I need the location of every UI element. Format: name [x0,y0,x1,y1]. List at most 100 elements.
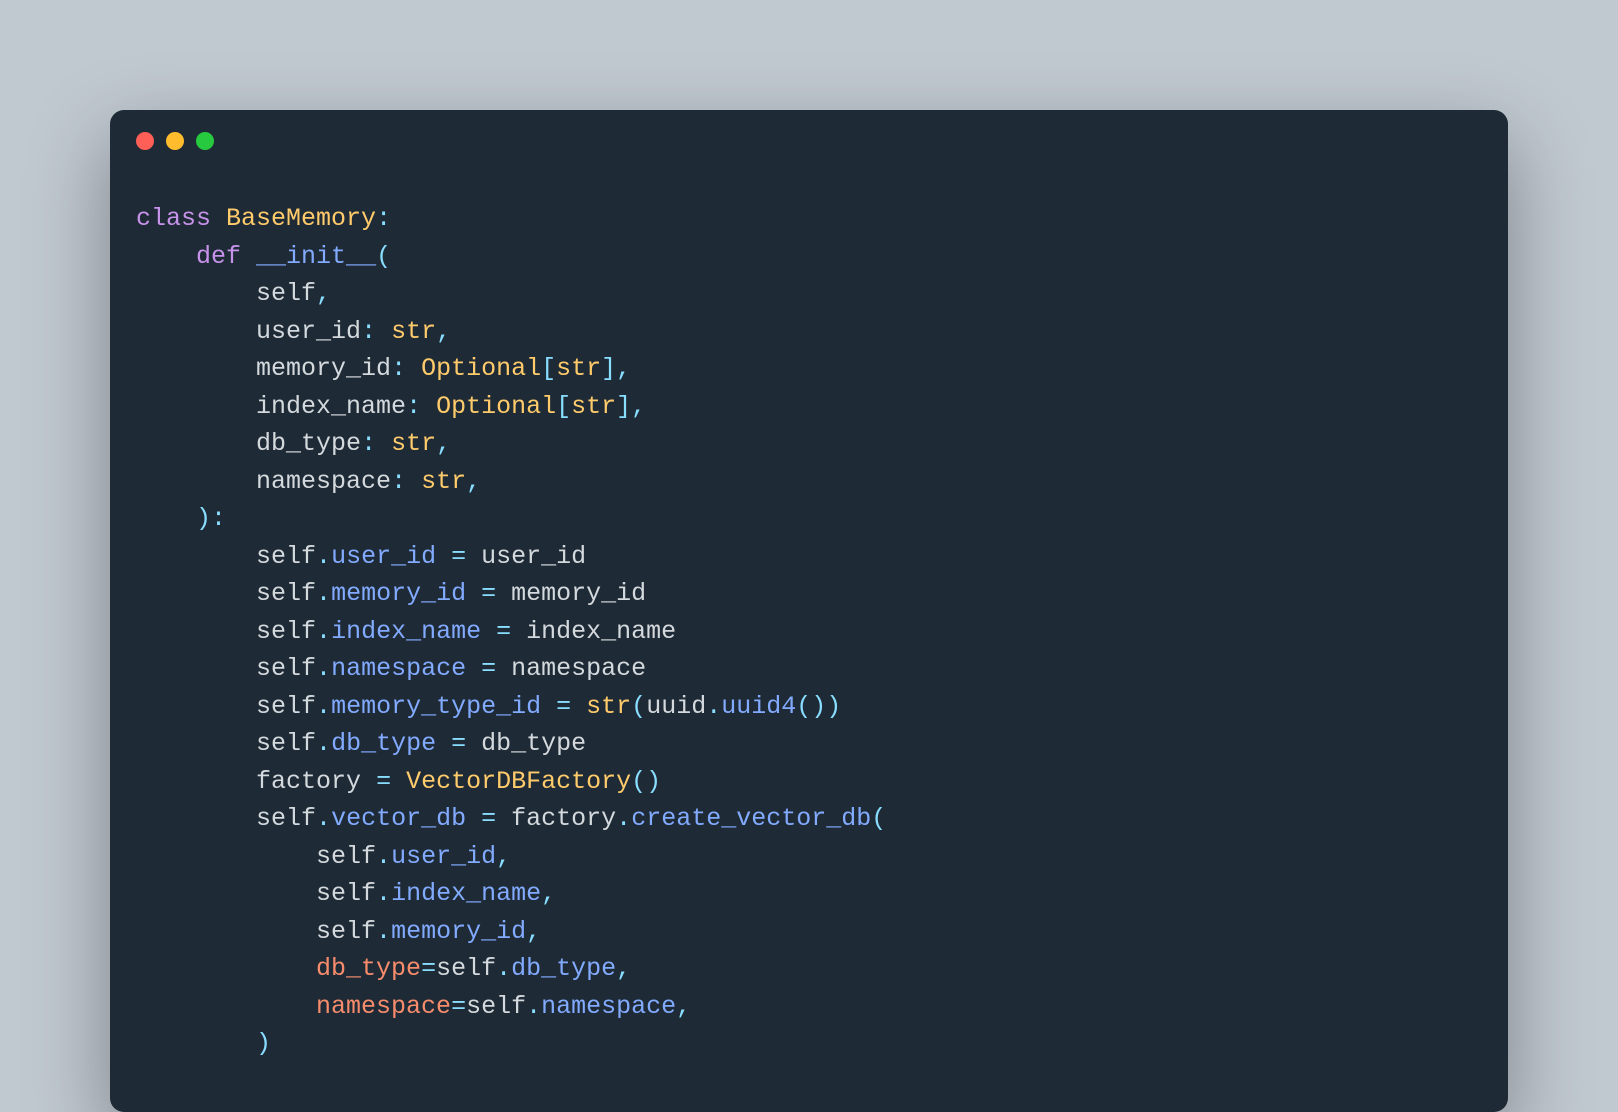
punct-paren-open: ( [796,692,811,721]
op-assign: = [481,654,496,683]
builtin-str: str [586,692,631,721]
zoom-window-button[interactable] [196,132,214,150]
op-assign: = [376,767,391,796]
attr-user-id: user_id [331,542,436,571]
punct-paren-close: ) [646,767,661,796]
close-window-button[interactable] [136,132,154,150]
punct-dot: . [316,692,331,721]
op-assign: = [421,954,436,983]
var-factory: factory [256,767,361,796]
punct-colon: : [376,204,391,233]
punct-paren-close: ) [196,504,211,533]
param-index-name: index_name [256,392,406,421]
punct-dot: . [376,879,391,908]
punct-comma: , [631,392,646,421]
var-namespace: namespace [511,654,646,683]
attr-memory-id: memory_id [331,579,466,608]
punct-bracket: [ [541,354,556,383]
punct-comma: , [616,954,631,983]
punct-colon: : [391,354,406,383]
attr-index-name: index_name [391,879,541,908]
kwarg-namespace: namespace [316,992,451,1021]
self-ref: self [316,842,376,871]
kwarg-db-type: db_type [316,954,421,983]
type-str: str [421,467,466,496]
op-assign: = [451,992,466,1021]
type-optional: Optional [436,392,556,421]
punct-dot: . [376,842,391,871]
op-assign: = [481,579,496,608]
punct-dot: . [316,542,331,571]
punct-comma: , [526,917,541,946]
punct-paren-open: ( [871,804,886,833]
window-titlebar [110,110,1508,160]
self-ref: self [256,692,316,721]
param-db-type: db_type [256,429,361,458]
param-user-id: user_id [256,317,361,346]
punct-dot: . [316,729,331,758]
punct-comma: , [676,992,691,1021]
call-create-vector-db: create_vector_db [631,804,871,833]
obj-factory: factory [511,804,616,833]
punct-colon: : [361,317,376,346]
punct-dot: . [526,992,541,1021]
punct-colon: : [361,429,376,458]
self-ref: self [256,579,316,608]
self-ref: self [466,992,526,1021]
punct-comma: , [436,317,451,346]
attr-vector-db: vector_db [331,804,466,833]
editor-window: class BaseMemory: def __init__( self, us… [110,110,1508,1112]
class-name: BaseMemory [226,204,376,233]
attr-memory-id: memory_id [391,917,526,946]
attr-namespace: namespace [541,992,676,1021]
type-optional: Optional [421,354,541,383]
punct-paren-close: ) [256,1029,271,1058]
attr-index-name: index_name [331,617,481,646]
punct-comma: , [616,354,631,383]
module-uuid: uuid [646,692,706,721]
var-index-name: index_name [526,617,676,646]
self-ref: self [316,917,376,946]
self-ref: self [256,654,316,683]
self-ref: self [316,879,376,908]
punct-dot: . [316,617,331,646]
self-ref: self [256,542,316,571]
punct-paren-open: ( [631,692,646,721]
punct-dot: . [706,692,721,721]
minimize-window-button[interactable] [166,132,184,150]
punct-bracket: ] [601,354,616,383]
attr-namespace: namespace [331,654,466,683]
punct-colon: : [391,467,406,496]
punct-dot: . [496,954,511,983]
punct-comma: , [541,879,556,908]
type-str: str [391,429,436,458]
param-memory-id: memory_id [256,354,391,383]
self-ref: self [256,729,316,758]
punct-colon: : [406,392,421,421]
punct-dot: . [376,917,391,946]
punct-dot: . [316,654,331,683]
param-namespace: namespace [256,467,391,496]
attr-user-id: user_id [391,842,496,871]
punct-colon: : [211,504,226,533]
punct-dot: . [316,579,331,608]
type-str: str [556,354,601,383]
var-user-id: user_id [481,542,586,571]
attr-db-type: db_type [511,954,616,983]
type-str: str [571,392,616,421]
punct-comma: , [466,467,481,496]
attr-db-type: db_type [331,729,436,758]
param-self: self [256,279,316,308]
attr-memory-type-id: memory_type_id [331,692,541,721]
punct-bracket: [ [556,392,571,421]
var-memory-id: memory_id [511,579,646,608]
code-editor[interactable]: class BaseMemory: def __init__( self, us… [110,160,1508,1089]
op-assign: = [451,542,466,571]
punct-paren-close: ) [811,692,826,721]
call-uuid4: uuid4 [721,692,796,721]
punct-comma: , [496,842,511,871]
punct-paren-open: ( [631,767,646,796]
var-db-type: db_type [481,729,586,758]
op-assign: = [451,729,466,758]
op-assign: = [481,804,496,833]
